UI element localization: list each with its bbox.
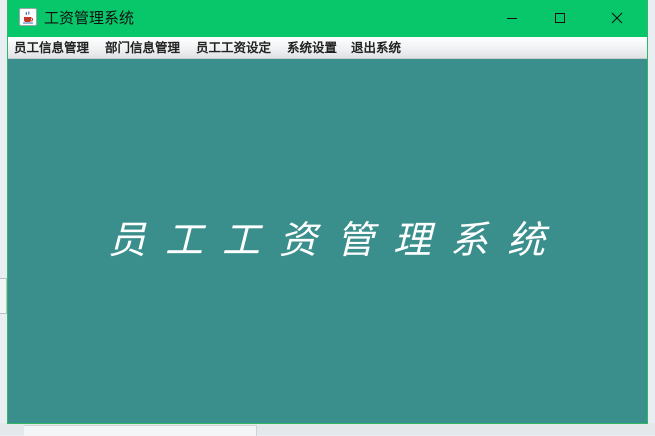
minimize-icon [507, 18, 517, 19]
system-banner-title: 员工工资管理系统 [108, 218, 565, 262]
app-window: 工资管理系统 员工信息管理 部门信息管理 员工工资设定 系统设置 退出系统 员工… [8, 0, 647, 423]
main-content: 员工工资管理系统 [8, 59, 647, 423]
menu-salary-settings[interactable]: 员工工资设定 [196, 40, 271, 56]
menu-employee-info[interactable]: 员工信息管理 [14, 40, 89, 56]
menu-system-settings[interactable]: 系统设置 [287, 40, 337, 56]
close-button[interactable] [594, 0, 640, 37]
maximize-button[interactable] [537, 0, 583, 37]
title-bar[interactable]: 工资管理系统 [8, 0, 647, 37]
maximize-icon [555, 13, 565, 23]
window-title: 工资管理系统 [44, 9, 135, 27]
background-window-edge [0, 278, 7, 314]
menu-department-info[interactable]: 部门信息管理 [105, 40, 180, 56]
background-field [24, 425, 257, 436]
menu-exit-system[interactable]: 退出系统 [351, 40, 401, 56]
java-cup-icon[interactable] [19, 8, 37, 26]
minimize-button[interactable] [489, 0, 535, 37]
menu-bar: 员工信息管理 部门信息管理 员工工资设定 系统设置 退出系统 [8, 37, 647, 59]
close-icon [611, 12, 623, 24]
